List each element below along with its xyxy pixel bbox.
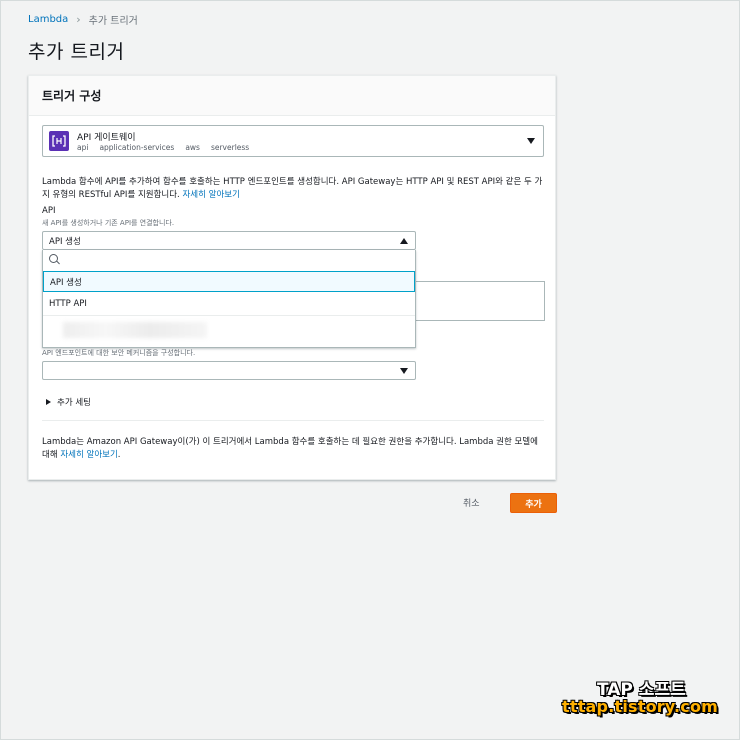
trigger-config-panel: 트리거 구성 API 게이트웨이 api application-service… <box>28 75 556 480</box>
watermark-url: tttap.tistory.com <box>562 697 719 716</box>
tag: aws <box>185 143 200 152</box>
extra-settings-toggle[interactable]: 추가 세팅 <box>46 396 91 408</box>
trigger-select[interactable]: API 게이트웨이 api application-services aws s… <box>42 125 544 157</box>
api-gateway-icon <box>49 131 69 151</box>
caret-down-icon <box>400 368 408 374</box>
trigger-name: API 게이트웨이 <box>77 133 136 143</box>
description-text: Lambda 함수에 API를 추가하여 함수를 호출하는 HTTP 엔드포인트… <box>42 177 543 200</box>
trigger-description: Lambda 함수에 API를 추가하여 함수를 호출하는 HTTP 엔드포인트… <box>42 176 547 202</box>
dropdown-search-input[interactable] <box>63 253 407 269</box>
panel-header: 트리거 구성 <box>29 76 555 116</box>
search-icon <box>49 254 58 263</box>
caret-right-icon <box>46 399 51 405</box>
permission-note: Lambda는 Amazon API Gateway이(가) 이 트리거에서 L… <box>42 436 547 462</box>
caret-down-icon <box>527 138 535 144</box>
option-label: API 생성 <box>50 277 82 288</box>
dropdown-option-redacted[interactable] <box>43 317 415 345</box>
api-dropdown-menu: API 생성 HTTP API <box>42 250 416 348</box>
dropdown-option-http-api[interactable]: HTTP API <box>43 293 415 316</box>
security-select[interactable] <box>42 361 416 380</box>
dropdown-search <box>43 252 415 269</box>
add-button[interactable]: 추가 <box>510 493 557 513</box>
hidden-field-box <box>413 281 545 321</box>
api-hint: 새 API를 생성하거나 기존 API를 연결합니다. <box>42 219 175 227</box>
security-hint: API 엔드포인트에 대한 보안 메커니즘을 구성합니다. <box>42 349 196 357</box>
permission-note-end: . <box>117 450 121 460</box>
redacted-blur <box>63 322 207 338</box>
panel-title: 트리거 구성 <box>42 89 102 103</box>
divider <box>42 420 544 421</box>
api-label: API <box>42 206 56 216</box>
breadcrumb: Lambda › 추가 트리거 <box>28 12 138 27</box>
api-select[interactable]: API 생성 <box>42 231 416 250</box>
dropdown-option-create-api[interactable]: API 생성 <box>43 271 415 292</box>
tag: api <box>77 143 89 152</box>
breadcrumb-lambda-link[interactable]: Lambda <box>28 14 68 25</box>
api-select-value: API 생성 <box>49 237 81 247</box>
tag: application-services <box>99 143 175 152</box>
cancel-button[interactable]: 취소 <box>463 496 480 509</box>
trigger-tags: api application-services aws serverless <box>77 143 249 152</box>
extra-settings-label: 추가 세팅 <box>57 398 91 408</box>
breadcrumb-current: 추가 트리거 <box>88 16 138 27</box>
chevron-right-icon: › <box>76 13 81 26</box>
caret-up-icon <box>400 238 408 244</box>
option-label: HTTP API <box>49 299 87 309</box>
learn-more-link[interactable]: 자세히 알아보기 <box>182 190 239 200</box>
page-title: 추가 트리거 <box>28 41 125 63</box>
tag: serverless <box>210 143 250 152</box>
permission-learn-more-link[interactable]: 자세히 알아보기 <box>60 450 117 460</box>
